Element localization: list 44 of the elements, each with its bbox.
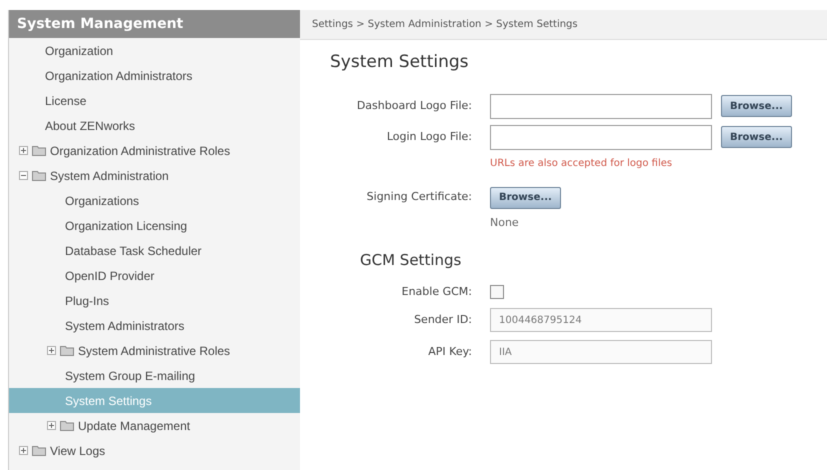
page-title: System Settings bbox=[330, 51, 470, 74]
file-input-field[interactable] bbox=[490, 94, 712, 118]
sidebar-item[interactable]: Update Management bbox=[9, 413, 300, 438]
checkbox[interactable] bbox=[490, 284, 504, 299]
sidebar-item[interactable]: System Administrators bbox=[9, 313, 300, 338]
file-input-field[interactable] bbox=[490, 124, 712, 150]
sidebar-item[interactable]: Organization Administrative Roles bbox=[9, 138, 300, 163]
field-label: API Key: bbox=[427, 344, 473, 360]
section-title: GCM Settings bbox=[360, 250, 462, 271]
sidebar-item[interactable]: About ZENworks bbox=[9, 113, 300, 138]
hint-text: URLs are also accepted for logo files bbox=[490, 156, 672, 170]
sidebar-item[interactable]: System Group E-mailing bbox=[9, 363, 300, 388]
folder-icon bbox=[60, 420, 74, 431]
browse-button[interactable]: Browse... bbox=[721, 126, 792, 148]
browse-button[interactable]: Browse... bbox=[490, 186, 561, 208]
sidebar-item[interactable]: View Logs bbox=[9, 438, 300, 463]
field-label: Dashboard Logo File: bbox=[356, 98, 473, 114]
expand-icon[interactable] bbox=[47, 421, 56, 430]
expand-icon[interactable] bbox=[47, 346, 56, 355]
field-label: Enable GCM: bbox=[400, 284, 473, 300]
folder-icon bbox=[60, 345, 74, 356]
sidebar-item[interactable]: Organization Licensing bbox=[9, 213, 300, 238]
sidebar-item[interactable]: OpenID Provider bbox=[9, 263, 300, 288]
sidebar-item[interactable]: Organization bbox=[9, 38, 300, 63]
folder-icon bbox=[32, 170, 46, 181]
sidebar-item[interactable]: Organizations bbox=[9, 188, 300, 213]
field-label: Sender ID: bbox=[413, 312, 473, 328]
collapse-icon[interactable] bbox=[19, 171, 28, 180]
expand-icon[interactable] bbox=[19, 146, 28, 155]
sidebar-title: System Management bbox=[9, 10, 300, 38]
sidebar-item[interactable]: System Administration bbox=[9, 163, 300, 188]
sidebar-item[interactable]: Database Task Scheduler bbox=[9, 238, 300, 263]
sidebar-item[interactable]: Organization Administrators bbox=[9, 63, 300, 88]
field-label: Login Logo File: bbox=[386, 128, 473, 145]
certificate-value: None bbox=[490, 214, 519, 230]
expand-icon[interactable] bbox=[19, 446, 28, 455]
browse-button[interactable]: Browse... bbox=[721, 95, 792, 117]
folder-icon bbox=[32, 445, 46, 456]
sidebar-item[interactable]: System Administrative Roles bbox=[9, 338, 300, 363]
breadcrumb: Settings > System Administration > System Settings bbox=[312, 18, 578, 32]
field-label: Signing Certificate: bbox=[366, 189, 473, 206]
sidebar-item[interactable]: Plug-Ins bbox=[9, 288, 300, 313]
sidebar-item[interactable]: License bbox=[9, 88, 300, 113]
folder-icon bbox=[32, 145, 46, 156]
